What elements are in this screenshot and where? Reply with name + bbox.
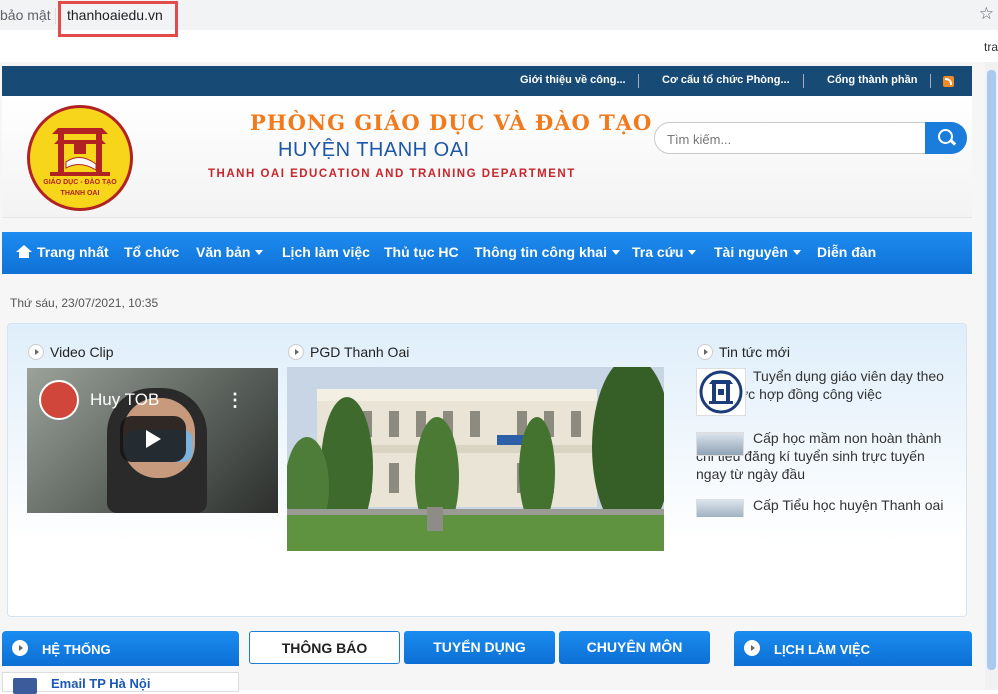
bullet-icon	[28, 344, 44, 360]
news-section-title: Tin tức mới	[697, 344, 790, 360]
section-label: LỊCH LÀM VIỆC	[774, 642, 871, 657]
toplink-gioi-thieu[interactable]: Giới thiệu về công...	[520, 74, 626, 86]
email-link-row[interactable]: Email TP Hà Nội	[2, 672, 239, 694]
news-list: Tuyển dụng giáo viên dạy theo hình thức …	[696, 367, 956, 517]
site-title-english: THANH OAI EDUCATION AND TRAINING DEPARTM…	[208, 168, 576, 180]
toplink-cong-thanh-phan[interactable]: Cổng thành phần	[827, 74, 917, 86]
nav-label: Tài nguyên	[714, 244, 788, 260]
bullet-icon	[12, 640, 28, 656]
school-building-photo[interactable]	[287, 367, 664, 551]
address-separator	[55, 8, 56, 24]
building-image	[287, 367, 664, 551]
bullet-icon	[697, 344, 713, 360]
top-link-bar: Giới thiệu về công... Cơ cấu tổ chức Phò…	[2, 66, 972, 96]
video-section-title: Video Clip	[28, 344, 114, 360]
topbar-divider	[638, 74, 639, 88]
bookmark-fragment[interactable]: tra	[984, 40, 998, 54]
tab-thong-bao[interactable]: THÔNG BÁO	[249, 631, 400, 664]
nav-label: Lịch làm việc	[282, 244, 370, 260]
tab-tuyen-dung[interactable]: TUYỂN DỤNG	[404, 631, 555, 664]
mail-icon	[13, 678, 37, 694]
nav-thu-tuc-hc[interactable]: Thủ tục HC	[384, 244, 459, 260]
page-scrollbar[interactable]	[985, 62, 998, 690]
nav-van-ban[interactable]: Văn bản	[196, 244, 264, 260]
play-icon[interactable]	[120, 416, 186, 462]
nav-dien-dan[interactable]: Diễn đàn	[817, 244, 876, 260]
section-label: HỆ THỐNG	[42, 642, 111, 657]
nav-lich-lam-viec[interactable]: Lịch làm việc	[282, 244, 370, 260]
nav-tra-cuu[interactable]: Tra cứu	[632, 244, 697, 260]
main-navigation: Trang nhất Tổ chức Văn bản Lịch làm việc…	[2, 232, 972, 274]
current-date: Thứ sáu, 23/07/2021, 10:35	[10, 296, 159, 310]
website: Giới thiệu về công... Cơ cấu tổ chức Phò…	[0, 62, 998, 694]
logo-caption: GIÁO DỤC - ĐÀO TẠO	[43, 179, 117, 186]
caret-down-icon	[792, 250, 801, 255]
nav-trang-nhat[interactable]: Trang nhất	[16, 244, 109, 260]
video-player[interactable]: Huy TOB ⋮	[27, 368, 278, 513]
site-title: PHÒNG GIÁO DỤC VÀ ĐÀO TẠO	[250, 110, 653, 135]
browser-chrome: bảo mật thanhoaiedu.vn ☆ tra	[0, 0, 998, 62]
nav-label: Diễn đàn	[817, 244, 877, 260]
news-thumbnail[interactable]	[696, 432, 744, 456]
lich-lam-viec-header[interactable]: LỊCH LÀM VIỆC	[734, 631, 972, 666]
news-item[interactable]: Cấp Tiểu học huyện Thanh oai	[696, 496, 946, 517]
rss-icon[interactable]	[943, 76, 954, 87]
search-box	[654, 122, 967, 154]
more-vert-icon[interactable]: ⋮	[226, 390, 244, 411]
search-input[interactable]	[667, 129, 917, 149]
caret-down-icon	[612, 250, 620, 255]
url-highlight-box	[58, 1, 178, 37]
toplink-co-cau[interactable]: Cơ cấu tổ chức Phòng...	[662, 74, 790, 86]
logo-caption-place: THANH OAI	[60, 190, 100, 197]
security-indicator[interactable]: bảo mật	[0, 7, 51, 23]
nav-label: Tra cứu	[632, 244, 684, 260]
temple-gate-icon	[50, 128, 110, 176]
bullet-icon	[744, 640, 760, 656]
nav-label: Văn bản	[196, 244, 251, 260]
department-logo[interactable]: GIÁO DỤC - ĐÀO TẠO THANH OAI	[27, 105, 133, 211]
bookmark-star-icon[interactable]: ☆	[979, 4, 994, 24]
home-icon	[16, 245, 32, 258]
tab-chuyen-mon[interactable]: CHUYÊN MÔN	[559, 631, 710, 664]
channel-avatar[interactable]	[39, 380, 79, 420]
video-title[interactable]: Huy TOB	[90, 390, 159, 410]
section-label: Tin tức mới	[719, 344, 790, 360]
nav-thong-tin-cong-khai[interactable]: Thông tin công khai	[474, 244, 620, 260]
site-subtitle: HUYỆN THANH OAI	[278, 139, 470, 161]
nav-label: Trang nhất	[37, 244, 109, 260]
news-item[interactable]: Cấp học mầm non hoàn thành chỉ tiêu đăng…	[696, 429, 946, 483]
caret-down-icon	[255, 250, 264, 255]
news-thumbnail[interactable]	[696, 499, 744, 517]
topbar-divider	[930, 74, 931, 88]
scrollbar-thumb[interactable]	[987, 70, 996, 670]
nav-label: Tổ chức	[124, 244, 180, 260]
topbar-divider	[803, 74, 804, 88]
section-label: PGD Thanh Oai	[310, 344, 410, 360]
nav-label: Thủ tục HC	[384, 244, 459, 260]
nav-tai-nguyen[interactable]: Tài nguyên	[714, 244, 801, 260]
nav-to-chuc[interactable]: Tổ chức	[124, 244, 179, 260]
section-label: Video Clip	[50, 344, 114, 360]
nav-label: Thông tin công khai	[474, 244, 607, 260]
emblem-icon	[699, 370, 743, 414]
bullet-icon	[288, 344, 304, 360]
caret-down-icon	[688, 250, 697, 255]
site-header: GIÁO DỤC - ĐÀO TẠO THANH OAI PHÒNG GIÁO …	[2, 96, 972, 218]
photo-section-title: PGD Thanh Oai	[288, 344, 409, 360]
news-thumbnail[interactable]	[696, 368, 746, 416]
news-item[interactable]: Tuyển dụng giáo viên dạy theo hình thức …	[696, 367, 946, 416]
search-button[interactable]	[925, 122, 967, 154]
he-thong-header[interactable]: HỆ THỐNG	[2, 631, 239, 666]
email-link[interactable]: Email TP Hà Nội	[51, 676, 150, 691]
